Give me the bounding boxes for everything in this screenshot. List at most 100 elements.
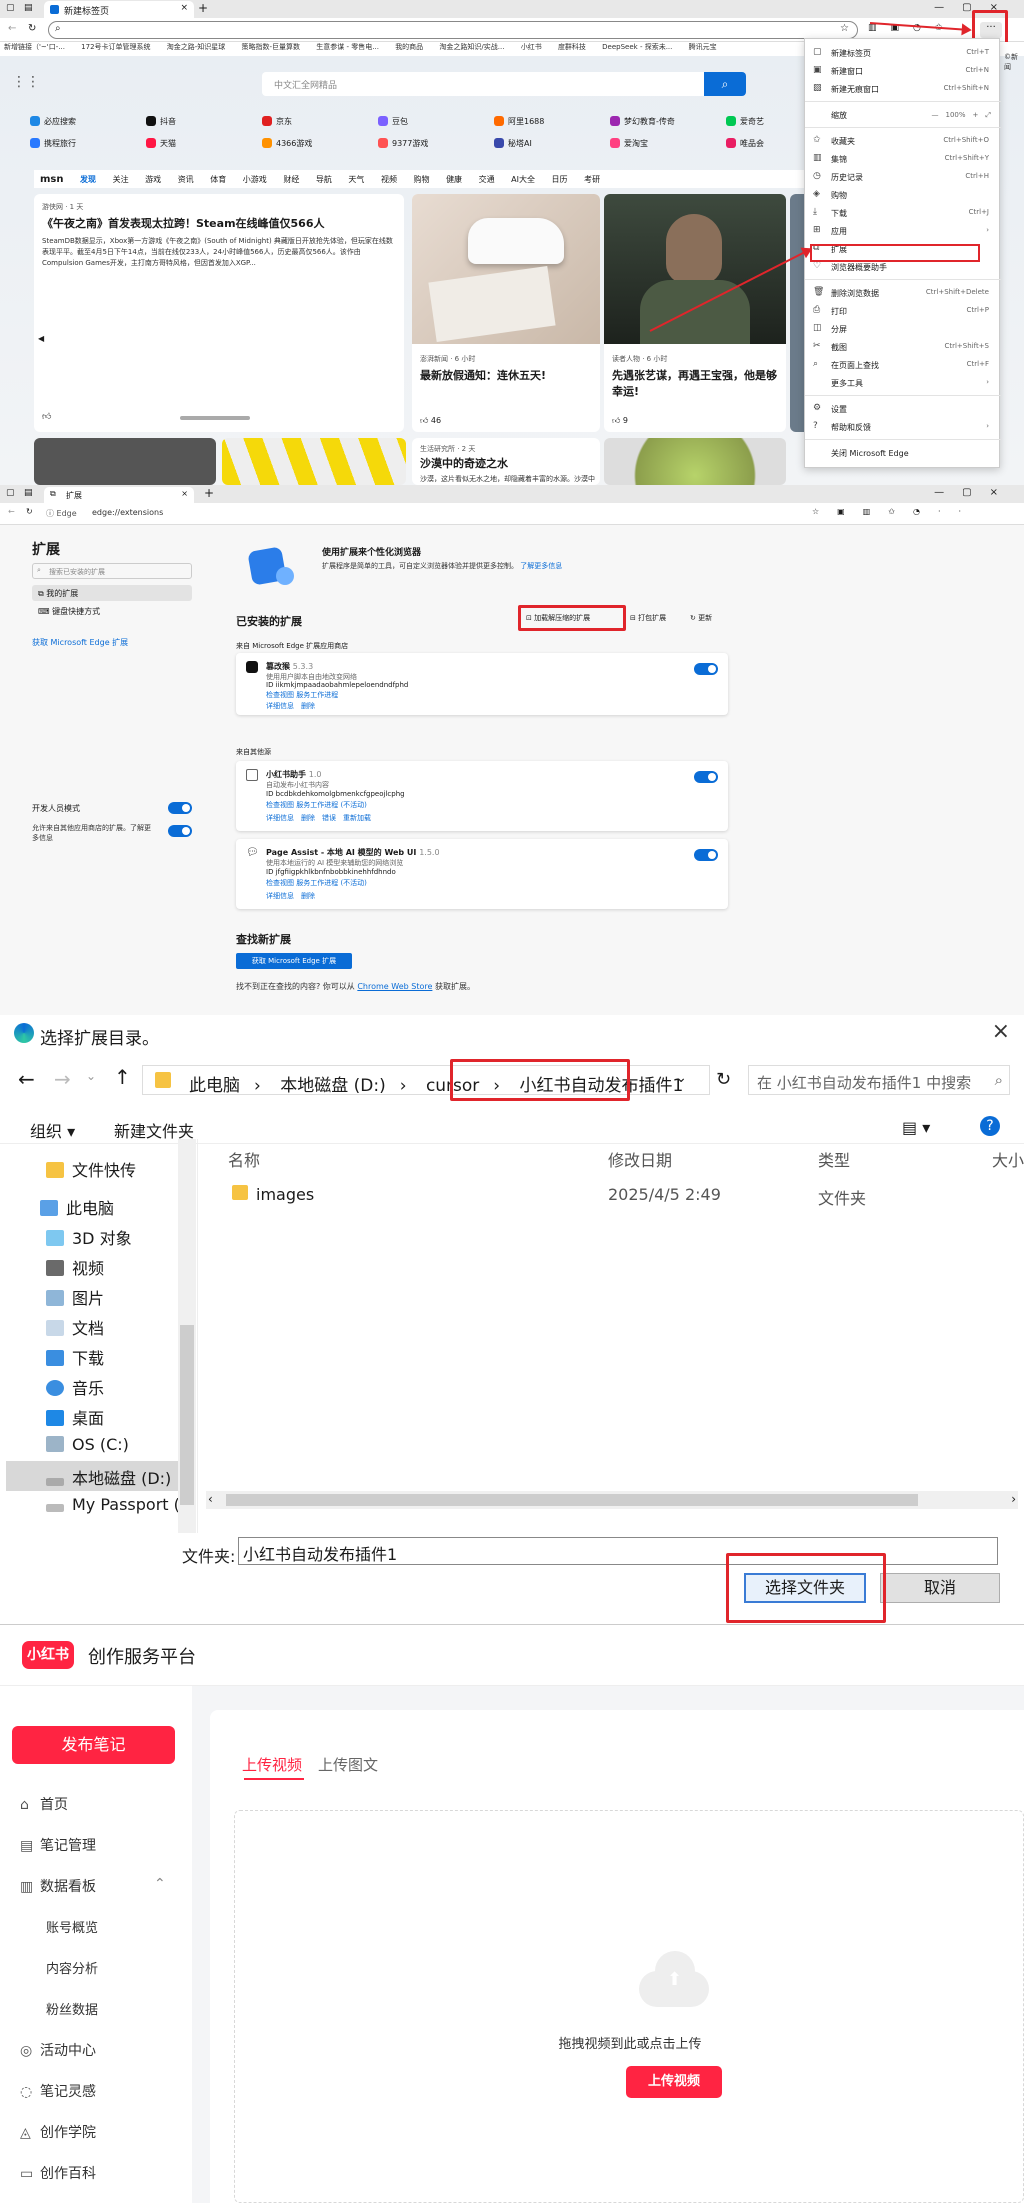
ext-enable-toggle[interactable] (694, 849, 718, 861)
new-tab-button[interactable]: + (198, 1, 208, 15)
nav-notes[interactable]: ▤ 笔记管理 (20, 1835, 96, 1855)
fav-item[interactable]: 策略指数-巨量算数 (242, 43, 301, 51)
back-icon[interactable]: ← (18, 1067, 35, 1091)
menu-item-zoom[interactable]: 缩放 — 100% + ⤢ (805, 105, 1001, 123)
apps-grid-icon[interactable]: ⋮⋮ (12, 74, 40, 90)
tree-item-desktop[interactable]: 桌面 (46, 1401, 236, 1431)
get-extensions-link[interactable]: 获取 Microsoft Edge 扩展 (32, 637, 128, 648)
publish-note-button[interactable]: 发布笔记 (12, 1726, 175, 1764)
ext-check[interactable]: 检查视图 服务工作进程 (不活动) (266, 878, 367, 888)
menu-item-favorites[interactable]: ✩ 收藏夹 Ctrl+Shift+O (805, 131, 1001, 149)
msn-tab[interactable]: 发现 (80, 175, 96, 184)
nav-fan-data[interactable]: 粉丝数据 (46, 1999, 98, 2018)
tree-item-videos[interactable]: 视频 (46, 1251, 236, 1281)
nav-academy[interactable]: ◬ 创作学院 (20, 2122, 96, 2142)
tree-item-3d[interactable]: 3D 对象 (46, 1221, 236, 1251)
msn-tab[interactable]: 体育 (210, 175, 226, 184)
menu-item-help[interactable]: ? 帮助和反馈 › (805, 417, 1001, 435)
tree-item-c-drive[interactable]: OS (C:) (46, 1431, 236, 1461)
video-drop-zone[interactable]: ⬆ 拖拽视频到此或点击上传 (234, 1810, 1024, 2203)
menu-item-new-tab[interactable]: ▢ 新建标签页 Ctrl+T (805, 43, 1001, 61)
menu-item-extensions[interactable]: ⧉ 扩展 (805, 239, 1001, 257)
menu-item-downloads[interactable]: ⤓ 下载 Ctrl+J (805, 203, 1001, 221)
quick-link[interactable]: 京东 (262, 116, 362, 130)
fav-item[interactable]: 生意参谋 - 零售电... (316, 43, 379, 51)
quick-link[interactable]: 4366游戏 (262, 138, 362, 152)
back-icon[interactable]: ← (8, 23, 16, 34)
menu-item-more-tools[interactable]: 更多工具 › (805, 373, 1001, 391)
msn-tab[interactable]: 小游戏 (243, 175, 267, 184)
update-button[interactable]: ↻ 更新 (690, 613, 712, 623)
chrome-store-link[interactable]: Chrome Web Store (357, 982, 432, 991)
msn-tab[interactable]: 购物 (414, 175, 430, 184)
col-type[interactable]: 类型 (818, 1147, 850, 1171)
nav-dashboard[interactable]: ▥ 数据看板 ⌃ (20, 1876, 166, 1896)
ext-links[interactable]: 详细信息 删除 (266, 891, 315, 901)
horizontal-scrollbar[interactable]: ‹ › (206, 1491, 1018, 1509)
scrollbar-thumb[interactable] (180, 1325, 194, 1505)
ext-links[interactable]: 详细信息 删除 (266, 701, 315, 711)
ext-check[interactable]: 检查视图 服务工作进程 (266, 690, 338, 700)
window-icon[interactable]: ▢ (6, 488, 15, 498)
tab-upload-image[interactable]: 上传图文 (318, 1754, 378, 1775)
star-icon[interactable]: ☆ (840, 23, 849, 34)
close-icon[interactable]: × (992, 1019, 1010, 1044)
news-card-1[interactable]: 游侠网 · 1 天 《午夜之南》首发表现太拉跨！Steam在线峰值仅566人 S… (34, 194, 404, 432)
breadcrumb-item[interactable]: 本地磁盘 (D:) (280, 1076, 386, 1096)
tree-item-d-drive[interactable]: 本地磁盘 (D:) (6, 1461, 178, 1491)
search-submit-icon[interactable]: ⌕ (704, 72, 746, 96)
msn-tab[interactable]: 视频 (381, 175, 397, 184)
chevron-down-icon[interactable]: ⌄ (675, 1070, 687, 1086)
tree-item-quick-transfer[interactable]: 文件快传 (46, 1153, 236, 1183)
msn-tab[interactable]: 关注 (113, 175, 129, 184)
select-folder-button[interactable]: 选择文件夹 (744, 1573, 866, 1603)
url-text[interactable]: edge://extensions (92, 508, 163, 517)
breadcrumb-item[interactable]: 此电脑 (189, 1076, 240, 1096)
scrollbar-thumb[interactable] (226, 1494, 918, 1506)
quick-link[interactable]: 抖音 (146, 116, 246, 130)
folder-search-input[interactable]: 在 小红书自动发布插件1 中搜索 ⌕ (748, 1065, 1010, 1095)
tree-item-passport[interactable]: My Passport (E (46, 1491, 190, 1521)
tree-item-music[interactable]: 音乐 (46, 1371, 236, 1401)
address-input[interactable]: ⌕ ☆ (48, 21, 858, 39)
col-date[interactable]: 修改日期 (608, 1147, 672, 1171)
nav-inspiration[interactable]: ◌ 笔记灵感 (20, 2081, 96, 2101)
tab-close-icon[interactable]: × (181, 489, 188, 498)
scroll-right-icon[interactable]: › (1011, 1492, 1016, 1506)
fav-item[interactable]: 新增链接（'~'口-... (4, 43, 65, 51)
like-icon[interactable]: 👍︎ 9 (612, 416, 628, 426)
news-card-5[interactable] (34, 438, 216, 485)
help-icon[interactable]: ? (980, 1116, 1000, 1136)
quick-link[interactable]: 梦幻教育-传奇 (610, 116, 710, 130)
more-menu-button[interactable]: ··· (980, 22, 1002, 38)
menu-item-new-window[interactable]: ▣ 新建窗口 Ctrl+N (805, 61, 1001, 79)
msn-tab[interactable]: 交通 (479, 175, 495, 184)
menu-item-apps[interactable]: ⊞ 应用 › (805, 221, 1001, 239)
tree-item-documents[interactable]: 文档 (46, 1311, 236, 1341)
dev-mode-toggle[interactable] (168, 802, 192, 814)
menu-item-shopping[interactable]: ◈ 购物 (805, 185, 1001, 203)
upload-video-button[interactable]: 上传视频 (626, 2066, 722, 2098)
refresh-icon[interactable]: ↻ (28, 23, 36, 34)
msn-tab[interactable]: 导航 (316, 175, 332, 184)
col-name[interactable]: 名称 (228, 1147, 260, 1171)
menu-item-collections[interactable]: ▥ 集锦 Ctrl+Shift+Y (805, 149, 1001, 167)
menu-item-inprivate[interactable]: ▨ 新建无痕窗口 Ctrl+Shift+N (805, 79, 1001, 97)
tree-scrollbar[interactable] (178, 1139, 196, 1533)
learn-more-link[interactable]: 了解更多信息 (520, 562, 562, 570)
refresh-icon[interactable]: ↻ (716, 1069, 731, 1090)
news-card-4[interactable]: 生活研究所 · 2 天 沙漠中的奇迹之水 沙漠，这片看似无水之地，却隐藏着丰富的… (412, 438, 600, 485)
scroll-left-icon[interactable]: ‹ (208, 1492, 213, 1506)
allow-other-stores-toggle[interactable] (168, 825, 192, 837)
carousel-dots[interactable] (180, 416, 250, 420)
msn-tab[interactable]: 日历 (552, 175, 568, 184)
nav-account-overview[interactable]: 账号概览 (46, 1917, 98, 1936)
quick-link[interactable]: 爱淘宝 (610, 138, 710, 152)
nav-wiki[interactable]: ▭ 创作百科 (20, 2163, 96, 2183)
msn-logo[interactable]: msn (40, 174, 64, 185)
breadcrumb-item-current[interactable]: 小红书自动发布插件1 (520, 1076, 684, 1096)
nav-content-analysis[interactable]: 内容分析 (46, 1958, 98, 1977)
news-card-6[interactable] (222, 438, 406, 485)
file-row[interactable]: images 2025/4/5 2:49 文件夹 (212, 1179, 1024, 1209)
up-icon[interactable]: ↑ (114, 1065, 131, 1089)
